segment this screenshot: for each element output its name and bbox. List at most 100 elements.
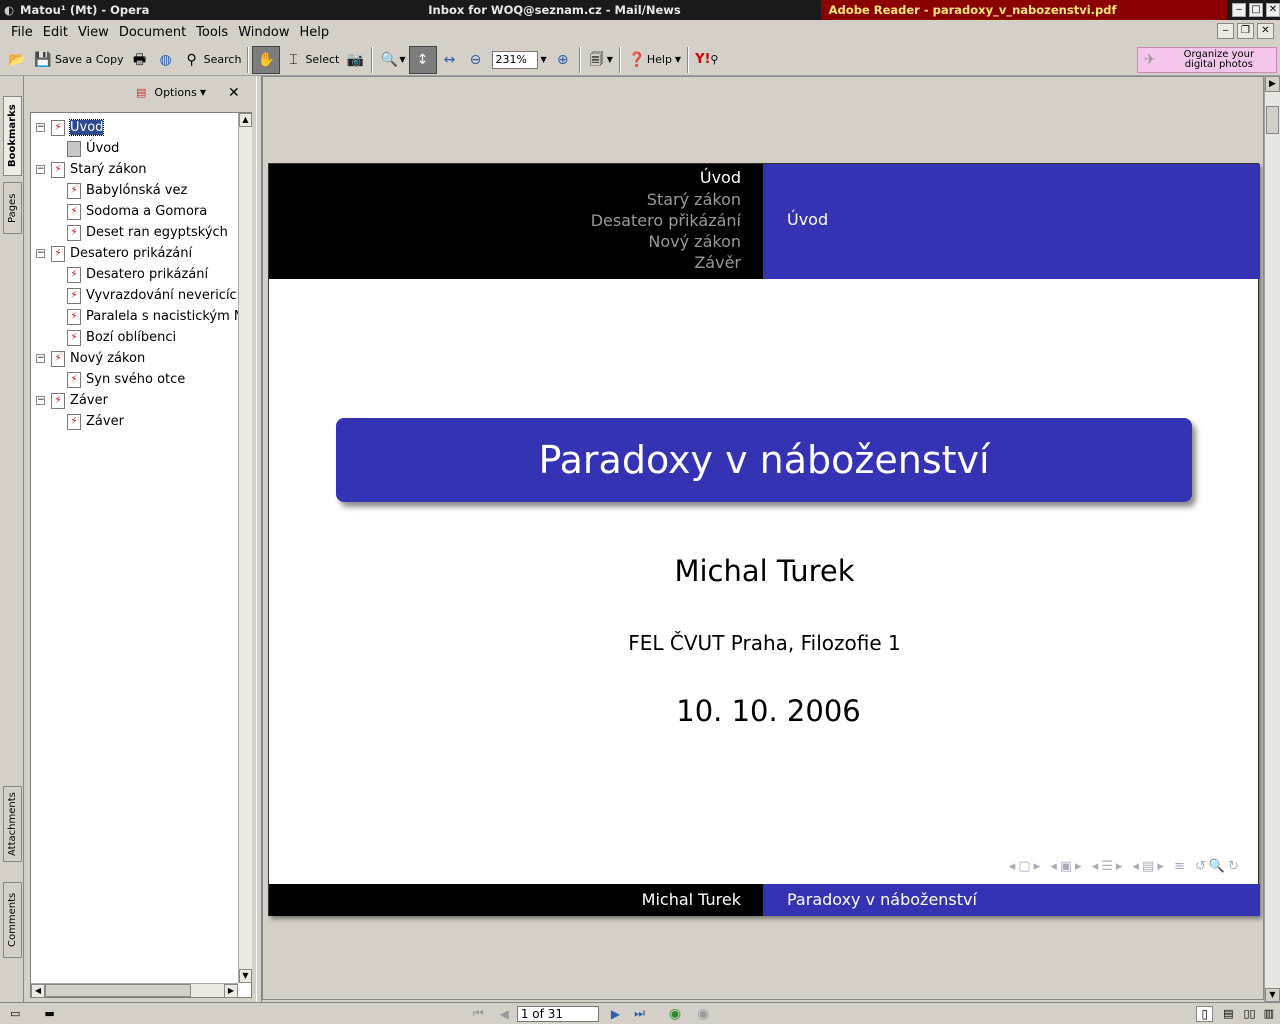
magnifier-plus-icon: 🔍 [380,51,399,68]
rotate-pages-button[interactable]: 🗐 ▼ [584,46,616,74]
hand-tool-button[interactable]: ✋ [252,45,281,74]
snapshot-tool-button[interactable]: 📷 [342,46,368,74]
doc-close-button[interactable]: ✕ [1257,23,1274,39]
minimize-window-button[interactable]: ‒ [1232,3,1246,17]
tab-comments[interactable]: Comments [3,882,22,958]
bookmark-section-item[interactable]: ⚡ Nový zákon [51,348,145,369]
tab-pages[interactable]: Pages [3,182,22,234]
tab-bookmarks[interactable]: Bookmarks [3,96,22,176]
bookmark-label: Záver [86,414,124,429]
facing-view-icon[interactable]: ▯▯ [1243,1007,1255,1020]
document-vertical-scrollbar[interactable]: ▶ ▼ [1264,76,1280,1002]
opera-window-title[interactable]: ◐ Matou¹ (Mt) - Opera [0,0,418,20]
single-page-view-icon[interactable]: ▯ [1196,1005,1214,1022]
page-size-icon[interactable]: ▭ [10,1007,20,1020]
bookmark-item[interactable]: ⚡ Vyvrazdování nevericích [67,285,245,306]
bookmark-section-item[interactable]: ⚡ Úvod [51,117,105,138]
scroll-right-arrow[interactable]: ▶ [224,984,238,998]
zoom-level-field[interactable]: 231% ▼ [489,46,550,74]
scroll-thumb[interactable] [1266,106,1279,134]
collapse-toggle[interactable]: − [36,165,45,174]
scroll-thumb[interactable] [45,984,191,997]
page-arrow-button[interactable]: ▶ [1265,76,1280,92]
menu-document[interactable]: Document [114,25,191,40]
scroll-down-arrow[interactable]: ▼ [239,969,252,983]
menu-help[interactable]: Help [294,25,334,40]
zoom-out-button[interactable]: ⊖ [463,46,489,74]
zoom-in-button[interactable]: ⊕ [550,46,576,74]
doc-minimize-button[interactable]: ‒ [1217,23,1234,39]
pdf-bookmark-icon: ⚡ [51,161,65,178]
scroll-up-arrow[interactable]: ▲ [239,113,252,127]
bookmark-item[interactable]: ⚡ Bozí oblíbenci [67,327,176,348]
go-back-button[interactable]: ◉ [669,1006,681,1022]
organize-photos-promo[interactable]: ✈ Organize your digital photos [1137,46,1277,73]
scroll-down-arrow[interactable]: ▼ [1265,988,1280,1002]
search-button[interactable]: ⚲ Search [179,46,245,74]
section-zaver[interactable]: Závěr [694,253,741,272]
email-globe-icon: ◍ [159,51,172,68]
beamer-navigation-symbols[interactable]: ◂▢▸ ◂▣▸ ◂☰▸ ◂▤▸ ≡ ↺🔍↻ [1009,859,1242,874]
section-desatero[interactable]: Desatero přikázání [591,211,741,230]
bookmark-label: Starý zákon [70,162,147,177]
first-page-button[interactable]: ⏮ [473,1006,484,1021]
collapse-toggle[interactable]: − [36,396,45,405]
bookmark-item[interactable]: Úvod [67,138,119,159]
tab-attachments[interactable]: Attachments [3,786,22,862]
fit-width-button[interactable]: ↔ [437,46,463,74]
continuous-facing-view-icon[interactable]: ▥ [1264,1007,1274,1020]
collapse-toggle[interactable]: − [36,123,45,132]
collapse-toggle[interactable]: − [36,354,45,363]
navigation-tabs-strip: Bookmarks Pages Attachments Comments [0,76,24,1002]
floppy-disk-icon: 💾 [34,51,52,68]
menu-file[interactable]: File [6,25,38,40]
reader-title-text: Adobe Reader - paradoxy_v_nabozenstvi.pd… [828,3,1117,17]
section-stary-zakon[interactable]: Starý zákon [647,190,741,209]
pdf-bookmark-icon: ⚡ [67,308,81,325]
close-panel-button[interactable]: ✕ [228,85,240,101]
continuous-view-icon[interactable]: ▤ [1223,1007,1233,1020]
select-tool-button[interactable]: ⌶ Select [280,46,342,74]
yahoo-button[interactable]: Y! ⚲ [692,46,721,74]
menu-tools[interactable]: Tools [191,25,233,40]
zoom-in-tool-button[interactable]: 🔍 ▼ [376,46,408,74]
menu-edit[interactable]: Edit [38,25,73,40]
doc-restore-button[interactable]: ❐ [1237,23,1254,39]
close-window-button[interactable]: ✕ [1266,3,1280,17]
section-uvod[interactable]: Úvod [700,168,741,187]
bookmark-item[interactable]: ⚡ Babylónská vez [67,180,187,201]
email-button[interactable]: ◍ [153,46,179,74]
bookmark-section-item[interactable]: ⚡ Starý zákon [51,159,147,180]
mail-window-title[interactable]: Inbox for WOQ@seznam.cz - Mail/News [418,0,820,20]
opera-title-text: Matou¹ (Mt) - Opera [20,3,150,17]
page-layout-icon[interactable]: ▬ [44,1007,54,1020]
tree-horizontal-scrollbar[interactable]: ◀ ▶ [31,983,238,998]
bookmark-item[interactable]: ⚡ Deset ran egyptských [67,222,228,243]
menu-view[interactable]: View [73,25,114,40]
collapse-toggle[interactable]: − [36,249,45,258]
bookmark-item[interactable]: ⚡ Syn svého otce [67,369,185,390]
print-button[interactable]: 🖶 [127,46,153,74]
bookmark-section-item[interactable]: ⚡ Desatero prikázání [51,243,192,264]
bookmark-item[interactable]: ⚡ Paralela s nacistickým N [67,306,244,327]
save-copy-button[interactable]: 💾 Save a Copy [30,46,127,74]
reader-window-title[interactable]: Adobe Reader - paradoxy_v_nabozenstvi.pd… [820,0,1227,20]
scroll-left-arrow[interactable]: ◀ [31,984,45,998]
fit-page-button[interactable]: ↕ [408,45,437,74]
go-forward-button[interactable]: ◉ [697,1006,709,1022]
menu-window[interactable]: Window [233,25,294,40]
options-menu[interactable]: ▤ Options ▼ [136,86,206,99]
maximize-window-button[interactable]: □ [1249,3,1263,17]
bookmark-item[interactable]: ⚡ Desatero prikázání [67,264,208,285]
open-button[interactable]: 📂 [4,46,30,74]
help-button[interactable]: ❓ Help ▼ [624,46,684,74]
bookmark-section-item[interactable]: ⚡ Záver [51,390,108,411]
previous-page-button[interactable]: ◀ [500,1007,509,1021]
next-page-button[interactable]: ▶ [611,1007,620,1021]
page-number-field[interactable]: 1 of 31 [516,1005,599,1022]
bookmark-item[interactable]: ⚡ Záver [67,411,124,432]
bookmark-item[interactable]: ⚡ Sodoma a Gomora [67,201,207,222]
section-novy-zakon[interactable]: Nový zákon [648,232,741,251]
tree-vertical-scrollbar[interactable]: ▲ ▼ [238,113,252,983]
last-page-button[interactable]: ⏭ [634,1006,645,1021]
